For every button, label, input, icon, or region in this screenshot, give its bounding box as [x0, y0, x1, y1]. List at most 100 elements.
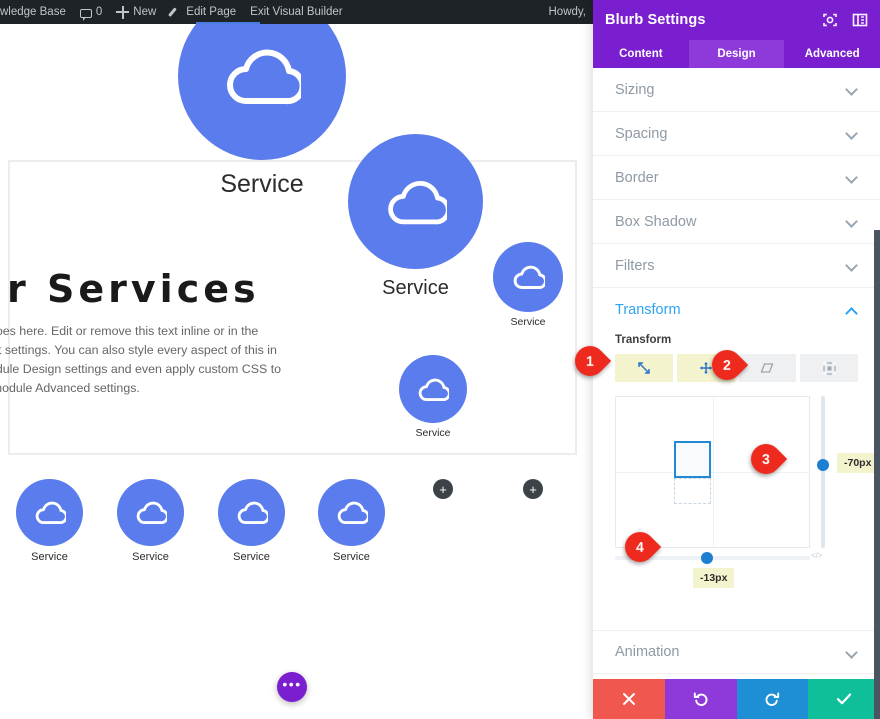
blurb-circle: [348, 134, 483, 269]
help-row[interactable]: ? Help: [593, 674, 880, 679]
section-border-label: Border: [615, 169, 659, 186]
undo-button[interactable]: [664, 679, 737, 719]
tab-advanced-label: Advanced: [804, 48, 860, 60]
cloud-icon: [237, 501, 268, 524]
cancel-button[interactable]: [593, 679, 665, 719]
close-icon: [622, 693, 635, 705]
vertical-offset-slider[interactable]: [817, 396, 829, 548]
callout-1-label: 1: [586, 352, 594, 369]
transform-origin-box: [674, 478, 711, 504]
section-transform-label: Transform: [615, 302, 681, 318]
blurb-item[interactable]: Service: [117, 479, 184, 563]
chevron-down-icon: [845, 171, 858, 184]
blurb-circle: [318, 479, 385, 546]
tab-content[interactable]: Content: [593, 40, 689, 68]
blurb-circle: [117, 479, 184, 546]
admin-bar-new[interactable]: New: [109, 0, 163, 24]
blurb-label: Service: [233, 551, 270, 563]
layout-toggle-icon[interactable]: [852, 12, 868, 28]
panel-footer: [593, 679, 880, 719]
section-box-shadow-label: Box Shadow: [615, 213, 697, 230]
builder-menu-fab[interactable]: •••: [277, 672, 307, 702]
fab-label: •••: [282, 675, 302, 692]
chevron-down-icon: [845, 259, 858, 272]
blurb-item[interactable]: Service: [348, 134, 483, 300]
vertical-slider-knob[interactable]: [817, 459, 829, 471]
chevron-down-icon: [845, 215, 858, 228]
panel-scrollbar[interactable]: [874, 230, 880, 719]
transform-origin-button[interactable]: [800, 354, 858, 382]
transform-grid-area[interactable]: [615, 396, 810, 548]
blurb-item[interactable]: Service: [318, 479, 385, 563]
section-transform[interactable]: Transform: [593, 288, 880, 332]
section-box-shadow[interactable]: Box Shadow: [593, 200, 880, 244]
blurb-item[interactable]: Service: [218, 479, 285, 563]
horizontal-offset-value: -13px: [693, 568, 735, 588]
add-module-button[interactable]: +: [433, 479, 453, 499]
section-border[interactable]: Border: [593, 156, 880, 200]
tab-content-label: Content: [619, 48, 663, 60]
chevron-down-icon: [845, 645, 858, 659]
section-animation-label: Animation: [615, 644, 680, 660]
save-button[interactable]: [808, 679, 880, 719]
blurb-circle: [493, 242, 563, 312]
callout-2-label: 2: [723, 356, 731, 373]
target-icon[interactable]: [822, 12, 838, 28]
section-animation[interactable]: Animation: [593, 630, 880, 674]
cloud-icon: [418, 378, 449, 401]
chevron-down-icon: [845, 83, 858, 96]
admin-bar-progress-underline: [196, 22, 260, 24]
grid-horizontal-guide: [616, 472, 809, 473]
wp-admin-bar: wledge Base 0 New Edit Page Exit Visual …: [0, 0, 593, 24]
blurb-label: Service: [415, 427, 451, 439]
blurb-item[interactable]: Service: [399, 355, 467, 439]
blurb-item[interactable]: Service: [178, 24, 346, 199]
section-sizing[interactable]: Sizing: [593, 68, 880, 112]
comment-count-label: 0: [95, 6, 103, 18]
horizontal-slider-knob[interactable]: [701, 552, 713, 564]
admin-bar-edit-page[interactable]: Edit Page: [163, 0, 243, 24]
redo-icon: [765, 692, 780, 706]
blurb-circle: [178, 24, 346, 160]
transform-scale-button[interactable]: [615, 354, 673, 382]
chevron-down-icon: [845, 127, 858, 140]
blurb-circle: [399, 355, 467, 423]
cloud-icon: [227, 49, 301, 105]
plus-icon: [116, 5, 130, 19]
blurb-label: Service: [510, 316, 546, 328]
move-icon: [699, 362, 712, 374]
blurb-item[interactable]: Service: [493, 242, 563, 328]
panel-title: Blurb Settings: [605, 12, 706, 28]
blurb-label: Service: [382, 277, 449, 299]
blurb-circle: [218, 479, 285, 546]
screen-root: wledge Base 0 New Edit Page Exit Visual …: [0, 0, 880, 719]
callout-3-label: 3: [762, 450, 770, 467]
tab-advanced[interactable]: Advanced: [784, 40, 880, 68]
undo-icon: [693, 692, 708, 706]
blurb-label: Service: [132, 551, 169, 563]
page-canvas: Service Service Service Service ur Servi…: [0, 24, 593, 719]
tab-design[interactable]: Design: [688, 40, 785, 68]
vertical-offset-value: -70px: [837, 453, 879, 473]
admin-bar-exit-visual-builder[interactable]: Exit Visual Builder: [243, 0, 349, 24]
panel-tabs: Content Design Advanced: [593, 40, 880, 68]
transform-preview-box[interactable]: [674, 441, 711, 478]
section-filters[interactable]: Filters: [593, 244, 880, 288]
blurb-label: Service: [333, 551, 370, 563]
check-icon: [837, 693, 852, 705]
callout-4-label: 4: [636, 538, 644, 555]
admin-bar-howdy[interactable]: Howdy,: [542, 0, 594, 24]
section-spacing[interactable]: Spacing: [593, 112, 880, 156]
page-title: ur Services: [0, 267, 260, 311]
blurb-item[interactable]: Service: [16, 479, 83, 563]
add-module-button[interactable]: +: [523, 479, 543, 499]
redo-button[interactable]: [736, 679, 809, 719]
admin-bar-site-name[interactable]: wledge Base: [0, 0, 73, 24]
site-name-label: wledge Base: [0, 6, 66, 18]
cloud-icon: [387, 180, 447, 224]
panel-header: Blurb Settings: [593, 0, 880, 40]
admin-bar-comments[interactable]: 0: [73, 0, 109, 24]
transform-skew-button[interactable]: [738, 354, 797, 382]
comment-icon: [79, 8, 92, 21]
add-module-label: +: [439, 481, 447, 497]
